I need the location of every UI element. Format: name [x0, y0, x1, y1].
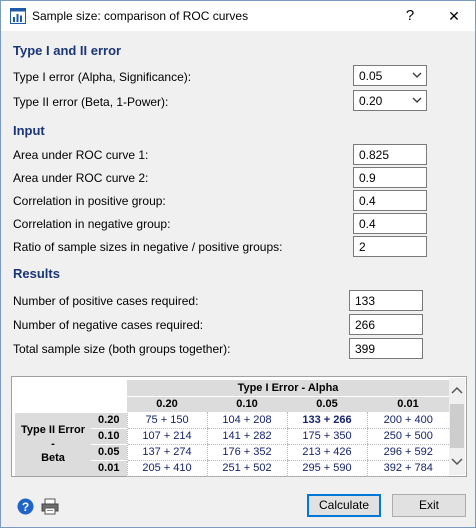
table-cell[interactable]: 250 + 500 — [366, 428, 449, 445]
table-cell[interactable]: 296 + 592 — [366, 444, 449, 461]
table-cell-selected[interactable]: 133 + 266 — [286, 412, 367, 429]
close-button[interactable]: ✕ — [439, 5, 469, 27]
auc2-label: Area under ROC curve 2: — [13, 171, 149, 185]
svg-text:?: ? — [22, 500, 29, 514]
printer-icon[interactable] — [41, 498, 59, 515]
auc1-field[interactable]: 0.825 — [353, 144, 427, 165]
table-cell[interactable]: 141 + 282 — [206, 428, 287, 445]
table-cell[interactable]: 392 + 784 — [366, 460, 449, 477]
table-cell[interactable]: 176 + 352 — [206, 444, 287, 461]
row-group-label-line2: - — [51, 438, 55, 451]
row-group-header: Type II Error - Beta — [15, 411, 91, 476]
auc2-field[interactable]: 0.9 — [353, 167, 427, 188]
table-row: Type II Error - Beta 0.20 75 + 150 104 +… — [15, 411, 449, 476]
app-chart-icon — [10, 8, 26, 24]
sample-size-grid: Type I Error - Alpha 0.20 0.10 0.05 0.01… — [15, 380, 449, 477]
corr-neg-field[interactable]: 0.4 — [353, 213, 427, 234]
scrollbar-thumb[interactable] — [450, 404, 464, 448]
beta-select[interactable]: 0.20 — [353, 90, 427, 111]
table-cell[interactable]: 295 + 590 — [286, 460, 367, 477]
help-icon[interactable]: ? — [17, 498, 34, 515]
row-header: 0.01 — [91, 459, 127, 476]
auc1-label: Area under ROC curve 1: — [13, 148, 149, 162]
ratio-label: Ratio of sample sizes in negative / posi… — [13, 240, 283, 254]
table-cell[interactable]: 137 + 274 — [126, 444, 207, 461]
row-header: 0.20 — [91, 411, 127, 428]
table-cell[interactable]: 104 + 208 — [206, 412, 287, 429]
calculate-button[interactable]: Calculate — [307, 494, 381, 517]
beta-label: Type II error (Beta, 1-Power): — [13, 95, 169, 109]
row-header: 0.10 — [91, 427, 127, 444]
table-cell[interactable]: 107 + 214 — [126, 428, 207, 445]
total-sample-label: Total sample size (both groups together)… — [13, 342, 231, 356]
alpha-select[interactable]: 0.05 — [353, 65, 427, 86]
table-cell[interactable]: 200 + 400 — [366, 412, 449, 429]
alpha-label: Type I error (Alpha, Significance): — [13, 70, 192, 84]
dialog-window: Sample size: comparison of ROC curves ? … — [0, 0, 476, 528]
column-header: 0.10 — [207, 395, 287, 412]
title-help-button[interactable]: ? — [395, 5, 425, 27]
table-cell[interactable]: 175 + 350 — [286, 428, 367, 445]
ratio-field[interactable]: 2 — [353, 236, 427, 257]
negative-cases-label: Number of negative cases required: — [13, 318, 204, 332]
negative-cases-output: 266 — [349, 314, 423, 335]
chevron-down-icon — [412, 72, 422, 78]
title-bar: Sample size: comparison of ROC curves ? … — [1, 1, 475, 31]
section-heading-error: Type I and II error — [13, 43, 122, 58]
corr-pos-field[interactable]: 0.4 — [353, 190, 427, 211]
row-group-label-line1: Type II Error — [21, 424, 85, 437]
beta-select-value: 0.20 — [359, 94, 383, 108]
total-sample-output: 399 — [349, 338, 423, 359]
table-cell[interactable]: 75 + 150 — [126, 412, 207, 429]
column-group-header: Type I Error - Alpha — [127, 380, 449, 396]
row-group-label-line3: Beta — [41, 452, 65, 465]
table-scrollbar[interactable] — [449, 378, 465, 475]
sample-size-table: Type I Error - Alpha 0.20 0.10 0.05 0.01… — [11, 376, 467, 477]
positive-cases-label: Number of positive cases required: — [13, 294, 199, 308]
column-header: 0.05 — [287, 395, 367, 412]
table-cell[interactable]: 251 + 502 — [206, 460, 287, 477]
alpha-select-value: 0.05 — [359, 69, 383, 83]
table-corner-2 — [91, 380, 127, 412]
scroll-down-icon[interactable] — [451, 458, 463, 466]
chevron-down-icon — [412, 97, 422, 103]
column-header: 0.01 — [367, 395, 449, 412]
table-cell[interactable]: 205 + 410 — [126, 460, 207, 477]
section-heading-results: Results — [13, 266, 60, 281]
corr-pos-label: Correlation in positive group: — [13, 194, 166, 208]
exit-button[interactable]: Exit — [392, 494, 466, 517]
positive-cases-output: 133 — [349, 290, 423, 311]
row-header: 0.05 — [91, 443, 127, 460]
scroll-up-icon[interactable] — [451, 386, 463, 394]
table-corner — [15, 380, 91, 412]
window-title: Sample size: comparison of ROC curves — [32, 9, 249, 23]
table-cell[interactable]: 213 + 426 — [286, 444, 367, 461]
column-header: 0.20 — [127, 395, 207, 412]
section-heading-input: Input — [13, 123, 45, 138]
corr-neg-label: Correlation in negative group: — [13, 217, 171, 231]
